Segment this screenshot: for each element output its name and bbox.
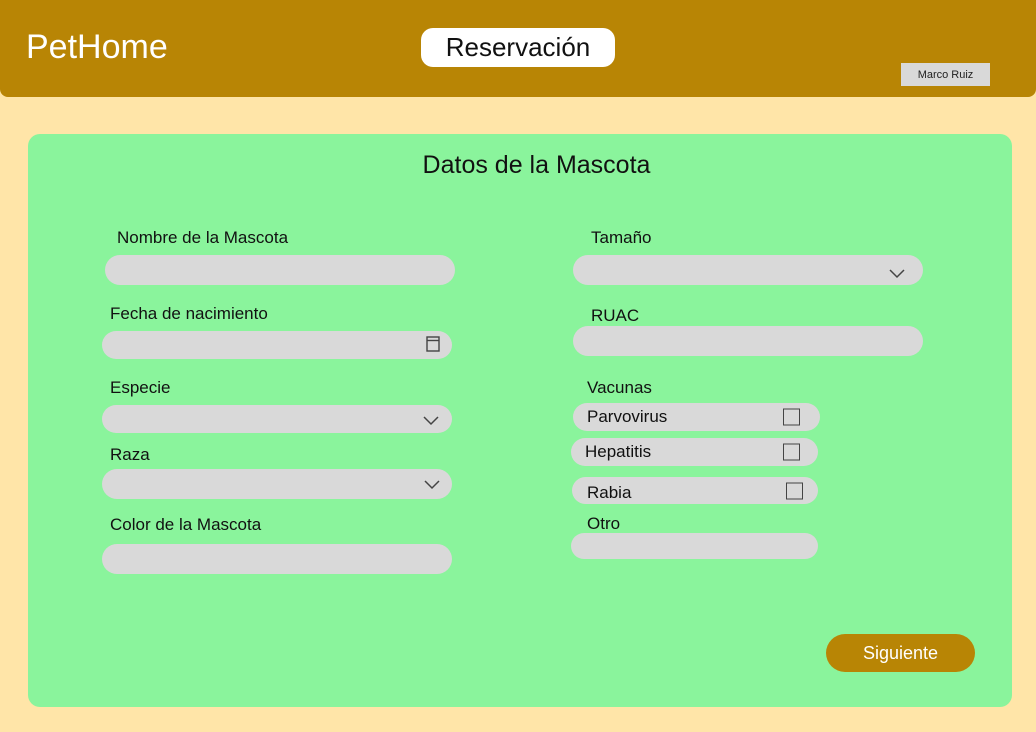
pet-color-input[interactable] bbox=[102, 544, 452, 574]
size-select[interactable] bbox=[573, 255, 923, 285]
vaccines-label: Vacunas bbox=[587, 378, 652, 397]
vaccine-hepatitis-row[interactable]: Hepatitis bbox=[571, 438, 818, 466]
vaccine-rabia-row[interactable]: Rabia bbox=[572, 477, 818, 504]
pet-name-label: Nombre de la Mascota bbox=[117, 228, 289, 247]
next-button[interactable]: Siguiente bbox=[826, 634, 975, 672]
vaccine-hepatitis-label: Hepatitis bbox=[585, 442, 652, 461]
checkbox-icon[interactable] bbox=[783, 443, 800, 461]
chevron-down-icon[interactable] bbox=[889, 265, 905, 281]
page-title: Reservación bbox=[421, 28, 615, 67]
chevron-down-icon[interactable] bbox=[424, 476, 440, 492]
brand-logo-text[interactable]: PetHome bbox=[26, 28, 168, 67]
ruac-input[interactable] bbox=[573, 326, 923, 356]
species-label: Especie bbox=[110, 378, 171, 397]
species-select[interactable] bbox=[102, 405, 452, 433]
vaccine-rabia-label: Rabia bbox=[587, 482, 632, 502]
ruac-label: RUAC bbox=[591, 306, 640, 325]
size-label: Tamaño bbox=[591, 228, 652, 247]
pet-color-label: Color de la Mascota bbox=[110, 515, 262, 534]
vaccine-parvovirus-label: Parvovirus bbox=[587, 407, 668, 426]
pet-name-input[interactable] bbox=[105, 255, 455, 285]
form-title: Datos de la Mascota bbox=[422, 151, 651, 179]
checkbox-icon[interactable] bbox=[783, 408, 800, 426]
other-label: Otro bbox=[587, 514, 621, 533]
user-name-badge[interactable]: Marco Ruiz bbox=[901, 63, 990, 86]
calendar-icon[interactable] bbox=[426, 336, 440, 352]
vaccine-parvovirus-row[interactable]: Parvovirus bbox=[573, 403, 820, 431]
breed-label: Raza bbox=[110, 445, 150, 464]
chevron-down-icon[interactable] bbox=[423, 412, 439, 428]
breed-select[interactable] bbox=[102, 469, 452, 499]
checkbox-icon[interactable] bbox=[786, 482, 803, 499]
birth-date-label: Fecha de nacimiento bbox=[110, 304, 268, 323]
birth-date-input[interactable] bbox=[102, 331, 452, 359]
top-header: PetHome Reservación Marco Ruiz bbox=[0, 0, 1036, 97]
other-input[interactable] bbox=[571, 533, 818, 559]
